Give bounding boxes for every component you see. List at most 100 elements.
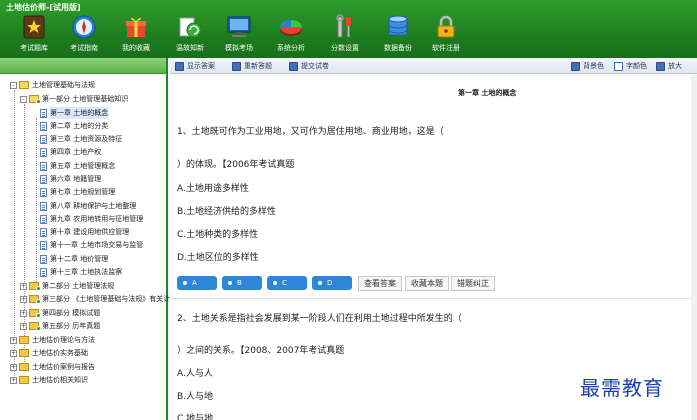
tree-chapter-item[interactable]: 第三章 土地资源及特征 xyxy=(40,133,122,145)
document-icon xyxy=(40,121,47,131)
tree-part-item[interactable]: - 第一部分 土地管理基础知识 xyxy=(20,93,128,105)
document-icon xyxy=(40,161,47,171)
font-color-button[interactable]: 字颜色 xyxy=(614,60,647,72)
question-1-option: D.土地区位的多样性 xyxy=(177,253,259,263)
folder-icon xyxy=(19,363,29,371)
toolbar-score-settings-button[interactable]: 分数设置 xyxy=(319,14,371,56)
tree-chapter-item[interactable]: 第十二章 地价管理 xyxy=(40,253,108,265)
folder-icon xyxy=(19,349,29,357)
expand-toggle-icon[interactable]: + xyxy=(10,376,17,384)
document-icon xyxy=(40,240,47,250)
compass-icon xyxy=(71,14,97,40)
folder-icon xyxy=(29,309,41,318)
toolbar-register-button[interactable]: 软件注册 xyxy=(420,14,472,56)
tree-chapter-item[interactable]: 第十章 建设用地供应管理 xyxy=(40,226,129,238)
collapse-toggle-icon[interactable]: - xyxy=(10,81,17,89)
question-panel: 显示答案 重新答题 提交试卷 背景色 字颜色 放大 第一章 土地的概念 1、土地… xyxy=(170,58,697,420)
report-error-button[interactable]: 错题纠正 xyxy=(451,276,495,291)
toolbar-favorites-button[interactable]: 我的收藏 xyxy=(110,14,162,56)
tree-chapter-item[interactable]: 第七章 土地规划管理 xyxy=(40,186,115,198)
expand-toggle-icon[interactable]: + xyxy=(20,295,27,303)
padlock-icon xyxy=(433,14,459,40)
database-icon xyxy=(385,14,411,40)
question-1-option: B.土地经济供给的多样性 xyxy=(177,207,277,217)
tree-chapter-item[interactable]: 第五章 土地管理概念 xyxy=(40,160,115,172)
toolbar-label: 考试题库 xyxy=(20,44,48,52)
bg-color-button[interactable]: 背景色 xyxy=(571,60,604,72)
answer-d-button[interactable]: D xyxy=(312,276,352,290)
toolbar-review-button[interactable]: 温故知新 xyxy=(164,14,216,56)
answer-a-button[interactable]: A xyxy=(177,276,217,290)
folder-icon xyxy=(29,295,41,304)
expand-toggle-icon[interactable]: + xyxy=(20,322,27,330)
zoom-icon xyxy=(656,61,665,71)
tree-chapter-item[interactable]: 第六章 地籍管理 xyxy=(40,173,101,185)
question-1-option: A.土地用途多样性 xyxy=(177,184,249,194)
toolbar-exam-bank-button[interactable]: 考试题库 xyxy=(8,14,60,56)
document-icon xyxy=(40,227,47,237)
vertical-scrollbar[interactable] xyxy=(691,75,697,420)
toolbar-guide-button[interactable]: 考试指南 xyxy=(58,14,110,56)
document-icon xyxy=(40,214,47,224)
document-icon xyxy=(40,174,47,184)
document-icon xyxy=(40,147,47,157)
tree-chapter-item[interactable]: 第四章 土地产权 xyxy=(40,146,101,158)
question-divider xyxy=(170,298,692,299)
refresh-icon xyxy=(232,61,241,71)
tree-part-item[interactable]: + 第三部分 《土地管理基础与法规》有关计算题 xyxy=(20,293,184,305)
question-2-option: C.地与地 xyxy=(177,414,214,420)
tree-part-item[interactable]: + 第四部分 模拟试题 xyxy=(20,307,100,319)
toolbar-mock-exam-button[interactable]: 模拟考场 xyxy=(213,14,265,56)
tree-chapter-item[interactable]: 第十一章 土地市场交易与监管 xyxy=(40,239,143,251)
question-2-option: A.人与人 xyxy=(177,369,213,379)
toolbar-label: 模拟考场 xyxy=(225,44,253,52)
answer-c-button[interactable]: C xyxy=(267,276,307,290)
submit-button[interactable]: 提交试卷 xyxy=(289,60,329,72)
recycle-icon xyxy=(177,14,203,40)
tree-part-item[interactable]: + 第五部分 历年真题 xyxy=(20,320,100,332)
question-2-text-cont: ）之间的关系。【2008、2007年考试真题 xyxy=(177,346,345,356)
redo-button[interactable]: 重新答题 xyxy=(232,60,272,72)
chapter-tree: - 土地管理基础与法规 - 第一部分 土地管理基础知识 第一章 土地的概念 第二… xyxy=(0,74,184,384)
star-book-icon xyxy=(21,14,47,40)
folder-open-icon xyxy=(29,95,41,104)
expand-toggle-icon[interactable]: + xyxy=(10,336,17,344)
tree-chapter-item[interactable]: 第二章 土地的分类 xyxy=(40,120,108,132)
tree-root-item[interactable]: - 土地管理基础与法规 xyxy=(10,79,95,91)
gift-box-icon xyxy=(123,14,149,40)
expand-toggle-icon[interactable]: + xyxy=(10,349,17,357)
tree-chapter-item[interactable]: 第八章 耕地保护与土地整理 xyxy=(40,200,136,212)
watermark-text: 最需教育 xyxy=(580,376,664,400)
toolbar-label: 温故知新 xyxy=(176,44,204,52)
pie-chart-icon xyxy=(278,14,304,40)
palette-icon xyxy=(571,61,580,71)
tree-root-item[interactable]: + 土地估价案例与报告 xyxy=(10,361,95,373)
toolbar-analysis-button[interactable]: 系统分析 xyxy=(265,14,317,56)
question-2-text: 2、土地关系是指社会发展到某一阶段人们在利用土地过程中所发生的（ xyxy=(177,314,462,324)
show-answer-button[interactable]: 显示答案 xyxy=(175,60,215,72)
collapse-toggle-icon[interactable]: - xyxy=(20,95,27,103)
tree-chapter-item[interactable]: 第九章 农用地转用与征地管理 xyxy=(40,213,143,225)
view-answer-button[interactable]: 查看答案 xyxy=(358,276,402,291)
answer-b-button[interactable]: B xyxy=(222,276,262,290)
favorite-question-button[interactable]: 收藏本题 xyxy=(405,276,449,291)
folder-icon xyxy=(19,376,29,384)
tree-root-item[interactable]: + 土地估价实务基础 xyxy=(10,347,88,359)
tree-chapter-item[interactable]: 第一章 土地的概念 xyxy=(40,107,109,119)
document-icon xyxy=(40,267,47,277)
tree-root-item[interactable]: + 土地估价相关知识 xyxy=(10,374,88,386)
tree-root-item[interactable]: + 土地估价理论与方法 xyxy=(10,334,95,346)
submit-icon xyxy=(289,61,298,71)
question-1-text: 1、土地既可作为工业用地，又可作为居住用地、商业用地，这是（ xyxy=(177,127,444,137)
toolbar-backup-button[interactable]: 数据备份 xyxy=(372,14,424,56)
monitor-icon xyxy=(226,14,252,40)
toolbar-label: 系统分析 xyxy=(277,44,305,52)
zoom-button[interactable]: 放大 xyxy=(656,60,682,72)
tools-icon xyxy=(332,14,358,40)
tree-part-item[interactable]: + 第二部分 土地管理法规 xyxy=(20,280,114,292)
folder-icon xyxy=(19,336,29,344)
expand-toggle-icon[interactable]: + xyxy=(10,363,17,371)
expand-toggle-icon[interactable]: + xyxy=(20,282,27,290)
tree-chapter-item[interactable]: 第十三章 土地执法监察 xyxy=(40,266,122,278)
expand-toggle-icon[interactable]: + xyxy=(20,309,27,317)
